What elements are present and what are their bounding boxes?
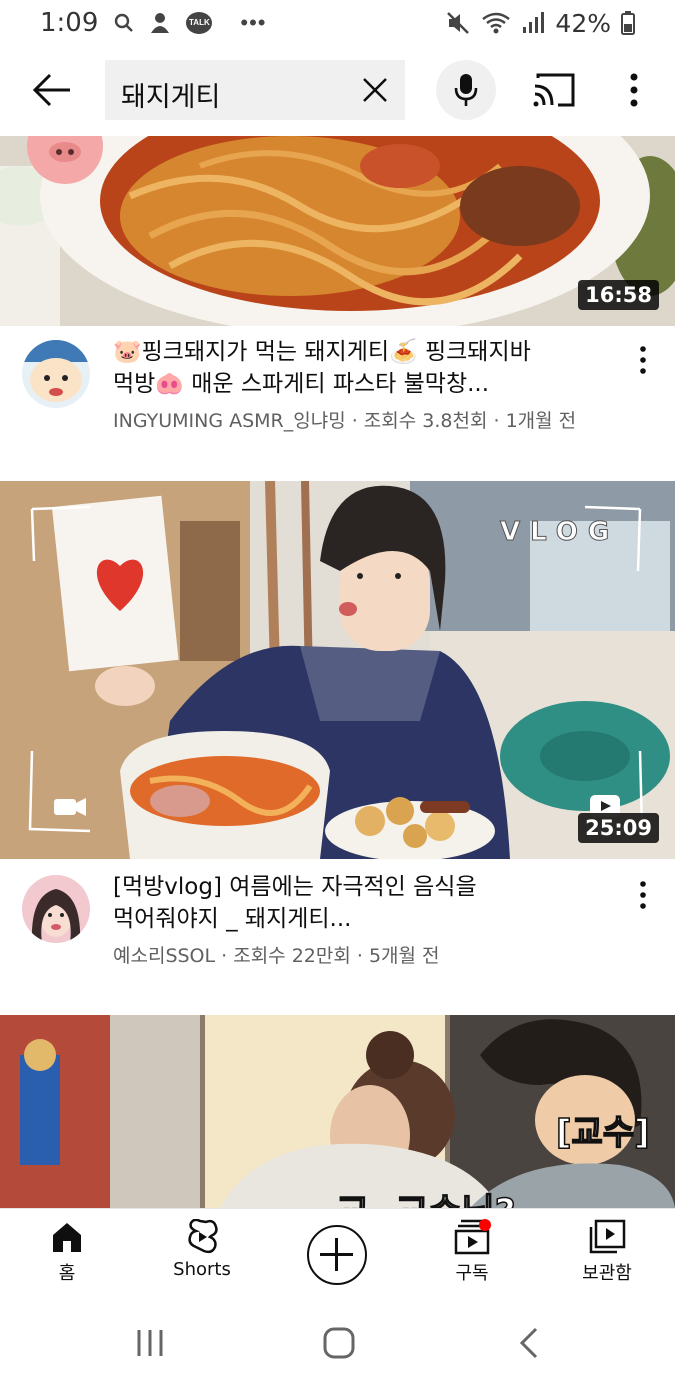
channel-avatar[interactable] xyxy=(22,340,90,408)
caption-bottom: 교, 교수님? xyxy=(335,1183,516,1208)
video-title-line: [먹방vlog] 여름에는 자극적인 음식을 xyxy=(113,874,477,900)
nav-shorts[interactable]: Shorts xyxy=(147,1219,257,1299)
profile-icon xyxy=(151,13,170,33)
subscriptions-icon xyxy=(454,1219,491,1255)
status-bar: 1:09 TALK ••• 42% xyxy=(0,0,675,46)
voice-search-button[interactable] xyxy=(436,60,496,120)
nav-home-label: 홈 xyxy=(58,1263,76,1284)
battery-percent: 42% xyxy=(555,8,611,38)
shorts-icon xyxy=(188,1219,218,1254)
close-icon[interactable] xyxy=(359,74,391,106)
home-icon xyxy=(53,1223,81,1252)
video-duration: 16:58 xyxy=(578,280,659,310)
video-title-line: 먹방🐽 매운 스파게티 파스타 불막창... xyxy=(113,371,490,397)
video-title-line: 🐷핑크돼지가 먹는 돼지게티🍝 핑크돼지바 xyxy=(113,339,531,365)
video-thumbnail[interactable]: 16:58 xyxy=(0,136,675,326)
nav-shorts-label: Shorts xyxy=(173,1259,231,1280)
vlog-overlay-text: VLOG xyxy=(499,517,620,548)
more-vert-icon[interactable] xyxy=(633,879,653,911)
nav-subscriptions-label: 구독 xyxy=(455,1263,489,1284)
battery-icon xyxy=(621,11,635,35)
search-query-text: 돼지게티 xyxy=(121,82,221,113)
create-button[interactable] xyxy=(307,1225,367,1285)
more-dots-icon: ••• xyxy=(240,10,267,35)
mute-icon xyxy=(447,12,470,34)
microphone-icon xyxy=(454,74,478,106)
search-icon xyxy=(115,13,134,32)
nav-library[interactable]: 보관함 xyxy=(552,1219,662,1299)
search-input[interactable]: 돼지게티 xyxy=(105,60,405,120)
nav-subscriptions[interactable]: 구독 xyxy=(417,1219,527,1299)
video-duration: 25:09 xyxy=(578,813,659,843)
spaghetti-bowl-image xyxy=(0,136,675,326)
video-subtitle: INGYUMING ASMR_잉냐밍 · 조회수 3.8천회 · 1개월 전 xyxy=(113,410,577,432)
video-title-line: 먹어줘야지 _ 돼지게티... xyxy=(113,906,352,932)
video-thumbnail[interactable]: [교수] 교, 교수님? xyxy=(0,1015,675,1208)
more-vert-icon[interactable] xyxy=(620,70,648,110)
more-vert-icon[interactable] xyxy=(633,344,653,376)
channel-avatar[interactable] xyxy=(22,875,90,943)
caption-right: [교수] xyxy=(555,1112,650,1154)
video-subtitle: 예소리SSOL · 조회수 22만회 · 5개월 전 xyxy=(113,945,440,967)
cast-icon[interactable] xyxy=(532,72,576,108)
talk-icon: TALK xyxy=(186,12,213,34)
plus-icon xyxy=(320,1238,353,1271)
recent-apps-icon[interactable] xyxy=(134,1326,166,1360)
video-meta[interactable]: 🐷핑크돼지가 먹는 돼지게티🍝 핑크돼지바 먹방🐽 매운 스파게티 파스타 불막… xyxy=(0,330,675,450)
status-time: 1:09 xyxy=(40,8,99,38)
notification-dot xyxy=(479,1219,491,1231)
wifi-icon xyxy=(482,12,511,34)
library-icon xyxy=(589,1219,626,1254)
signal-icon xyxy=(523,12,545,33)
back-arrow-icon[interactable] xyxy=(30,70,74,110)
home-button-icon[interactable] xyxy=(322,1326,356,1360)
system-navigation xyxy=(0,1302,675,1388)
back-nav-icon[interactable] xyxy=(516,1326,542,1360)
video-meta[interactable]: [먹방vlog] 여름에는 자극적인 음식을 먹어줘야지 _ 돼지게티... 예… xyxy=(0,865,675,985)
search-header: 돼지게티 xyxy=(0,58,675,122)
nav-home[interactable]: 홈 xyxy=(12,1219,122,1299)
nav-library-label: 보관함 xyxy=(582,1263,632,1284)
bottom-navigation: 홈 Shorts 구독 보관함 xyxy=(0,1208,675,1302)
video-title[interactable]: 🐷핑크돼지가 먹는 돼지게티🍝 핑크돼지바 먹방🐽 매운 스파게티 파스타 불막… xyxy=(113,336,613,400)
video-title[interactable]: [먹방vlog] 여름에는 자극적인 음식을 먹어줘야지 _ 돼지게티... xyxy=(113,871,613,935)
video-thumbnail[interactable]: VLOG 25:09 xyxy=(0,481,675,859)
